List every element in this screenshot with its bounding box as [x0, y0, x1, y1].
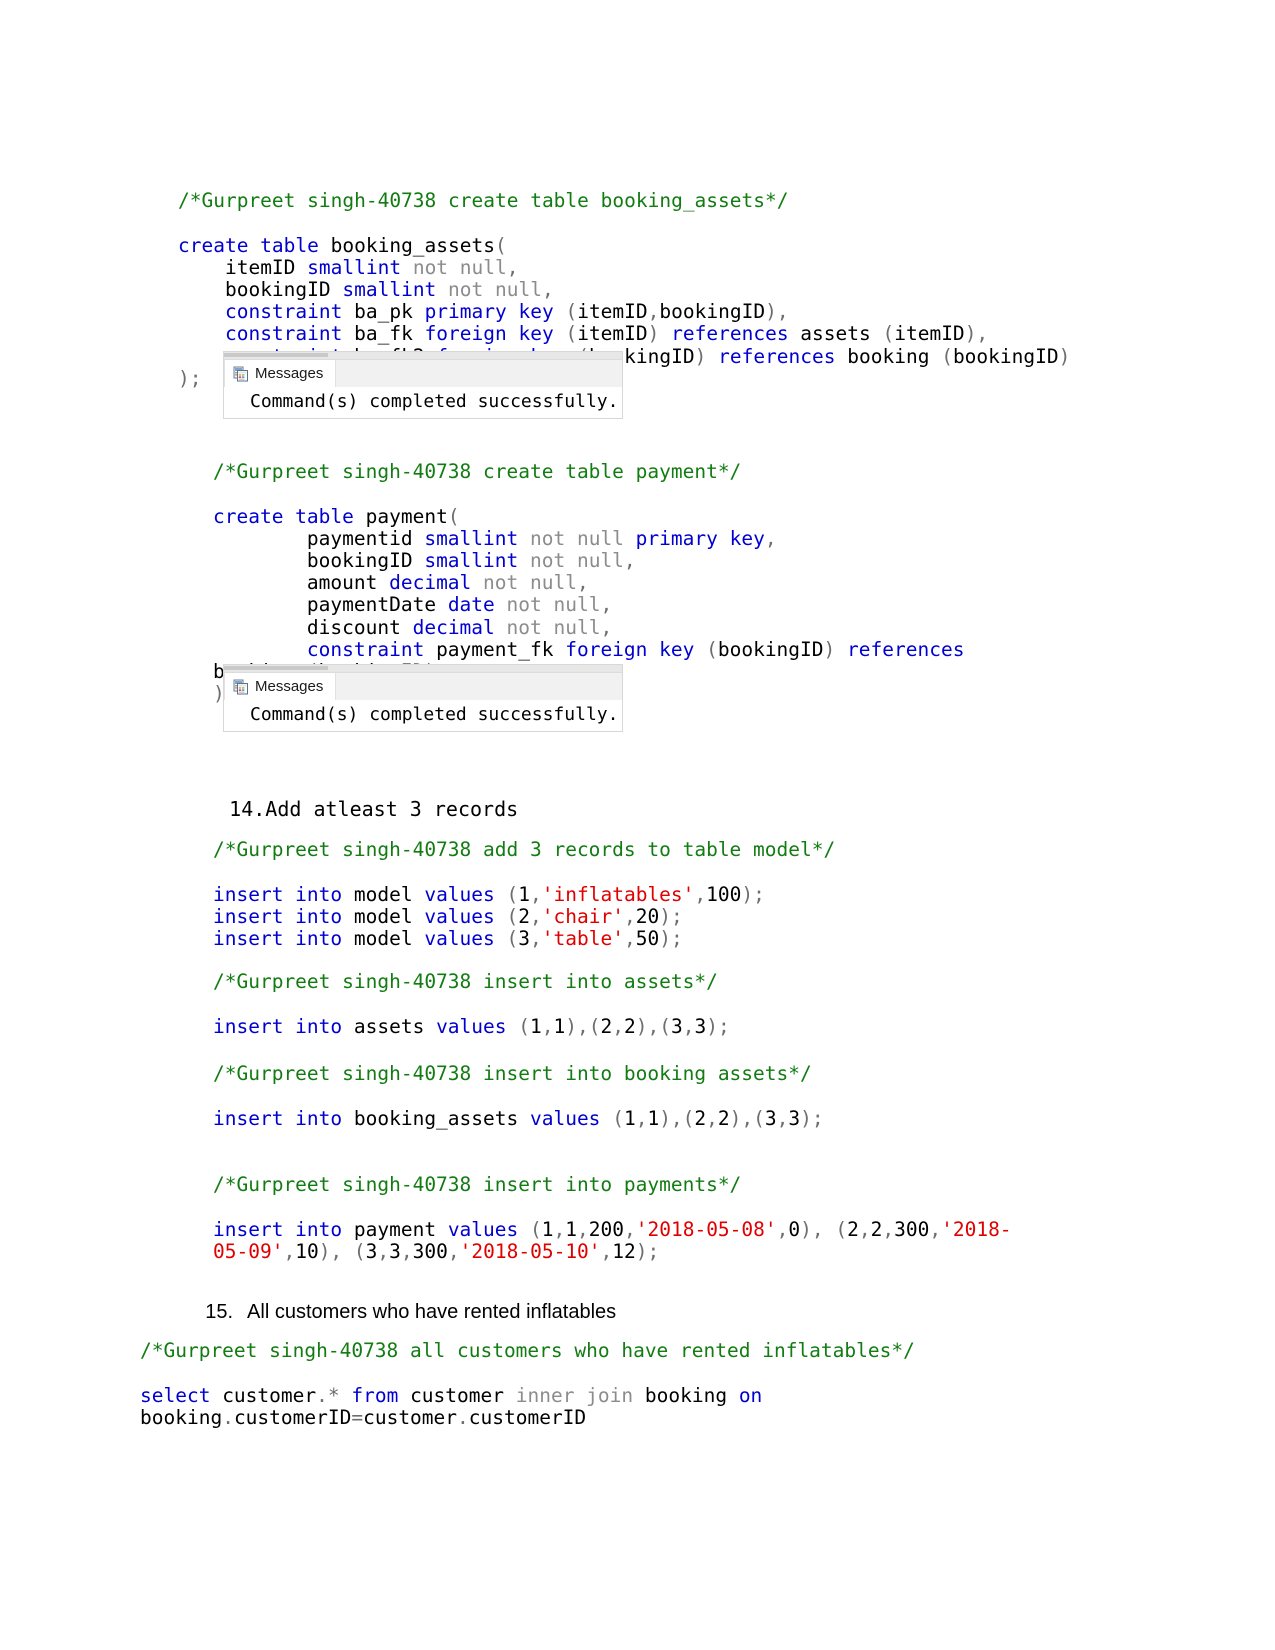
code-block-select-customers: /*Gurpreet singh-40738 all customers who…	[140, 1318, 1100, 1451]
messages-pane-body: Command(s) completed successfully.	[224, 387, 622, 418]
messages-grid-icon	[233, 366, 249, 382]
code-block-insert-payment: /*Gurpreet singh-40738 insert into payme…	[213, 1152, 1025, 1285]
tab-messages[interactable]: Messages	[224, 360, 337, 387]
code-comment: /*Gurpreet singh-40738 insert into booki…	[213, 1062, 812, 1086]
code-comment: /*Gurpreet singh-40738 create table paym…	[213, 460, 742, 484]
tab-messages[interactable]: Messages	[224, 673, 337, 700]
messages-status-text: Command(s) completed successfully.	[250, 391, 619, 412]
tab-messages-label: Messages	[255, 678, 324, 695]
code-comment: /*Gurpreet singh-40738 insert into payme…	[213, 1173, 742, 1197]
messages-status-text: Command(s) completed successfully.	[250, 704, 619, 725]
pane-top-strip	[224, 665, 622, 673]
messages-pane-body: Command(s) completed successfully.	[224, 700, 622, 731]
code-comment: /*Gurpreet singh-40738 add 3 records to …	[213, 838, 836, 862]
pane-tab-row: Messages	[224, 360, 622, 387]
code-body: insert into model values (1,'inflatables…	[213, 882, 765, 951]
code-body: insert into booking_assets values (1,1),…	[213, 1106, 824, 1130]
messages-result-pane-1: Messages Command(s) completed successful…	[223, 351, 623, 419]
pane-tab-row: Messages	[224, 673, 622, 700]
code-comment: /*Gurpreet singh-40738 all customers who…	[140, 1339, 915, 1363]
code-body: select customer.* from customer inner jo…	[140, 1383, 763, 1429]
code-body: insert into assets values (1,1),(2,2),(3…	[213, 1014, 730, 1038]
document-page: /*Gurpreet singh-40738 create table book…	[0, 0, 1275, 1650]
code-body: insert into payment values (1,1,200,'201…	[213, 1217, 1012, 1263]
code-comment: /*Gurpreet singh-40738 create table book…	[178, 189, 789, 213]
code-comment: /*Gurpreet singh-40738 insert into asset…	[213, 970, 718, 994]
messages-grid-icon	[233, 679, 249, 695]
code-block-insert-booking-assets: /*Gurpreet singh-40738 insert into booki…	[213, 1041, 1043, 1152]
messages-result-pane-2: Messages Command(s) completed successful…	[223, 664, 623, 732]
tab-messages-label: Messages	[255, 365, 324, 382]
pane-top-strip	[224, 352, 622, 360]
